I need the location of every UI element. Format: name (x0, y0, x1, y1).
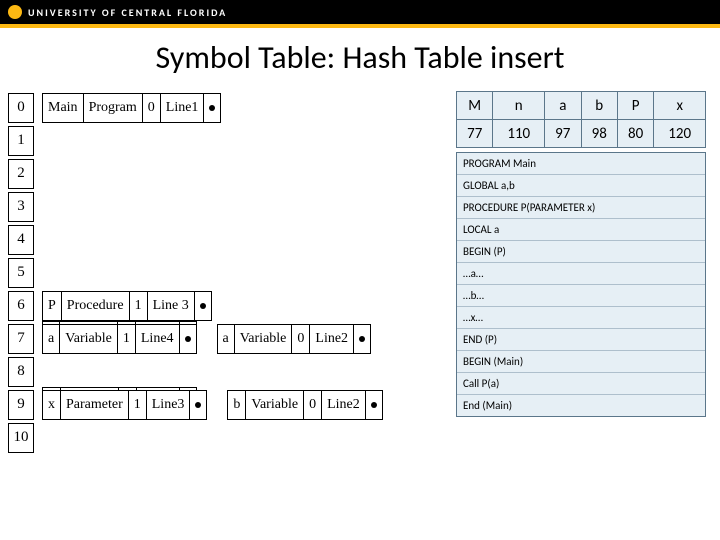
pointer-cell (354, 325, 370, 353)
node-field: x (43, 391, 61, 419)
hash-value: 77 (457, 120, 493, 148)
node-field: Line1 (161, 94, 205, 122)
page-title: Symbol Table: Hash Table insert (0, 38, 720, 77)
dot-icon (195, 402, 201, 408)
hash-header: x (654, 92, 706, 120)
hash-row-10: 10 (8, 421, 720, 454)
pointer-cell (366, 391, 382, 419)
hash-value: 120 (654, 120, 706, 148)
dot-icon (359, 336, 365, 342)
node-x-front: x Parameter 1 Line3 (42, 390, 207, 420)
university-name: UNIVERSITY OF CENTRAL FLORIDA (28, 6, 227, 19)
node-p: P Procedure 1 Line 3 (42, 291, 212, 321)
code-line: PROGRAM Main (457, 153, 705, 175)
pointer-cell (190, 391, 206, 419)
node-field: Procedure (62, 292, 130, 320)
table-row: 77 110 97 98 80 120 (457, 120, 706, 148)
hash-header: P (617, 92, 653, 120)
code-line: BEGIN (Main) (457, 351, 705, 373)
header-bar: UNIVERSITY OF CENTRAL FLORIDA (0, 0, 720, 24)
node-field: 0 (292, 325, 310, 353)
code-line: End (Main) (457, 395, 705, 416)
dot-icon (371, 402, 377, 408)
index-cell: 0 (8, 93, 34, 123)
code-line: END (P) (457, 329, 705, 351)
dot-icon (185, 336, 191, 342)
node-field: Line4 (136, 325, 180, 353)
node-field: 1 (118, 325, 136, 353)
hash-value: 98 (581, 120, 617, 148)
dot-icon (200, 303, 206, 309)
right-column: M n a b P x 77 110 97 98 80 120 PROGRAM … (456, 91, 706, 417)
hash-value: 97 (545, 120, 581, 148)
index-cell: 10 (8, 423, 34, 453)
node-field: Variable (60, 325, 118, 353)
index-cell: 3 (8, 192, 34, 222)
pointer-cell (204, 94, 220, 122)
dot-icon (209, 105, 215, 111)
node-field: a (43, 325, 60, 353)
node-field: Program (84, 94, 143, 122)
node-field: b (228, 391, 246, 419)
index-cell: 7 (8, 324, 34, 354)
hash-header: b (581, 92, 617, 120)
node-a-front: a Variable 1 Line4 (42, 324, 197, 354)
index-cell: 9 (8, 390, 34, 420)
code-line: LOCAL a (457, 219, 705, 241)
code-listing: PROGRAM Main GLOBAL a,b PROCEDURE P(PARA… (456, 152, 706, 417)
hash-header: M (457, 92, 493, 120)
node-field: a (218, 325, 235, 353)
index-cell: 5 (8, 258, 34, 288)
node-field: P (43, 292, 62, 320)
code-line: GLOBAL a,b (457, 175, 705, 197)
code-line: BEGIN (P) (457, 241, 705, 263)
hash-value: 110 (493, 120, 545, 148)
hash-value: 80 (617, 120, 653, 148)
node-field: 1 (129, 391, 147, 419)
pointer-cell (180, 325, 196, 353)
node-field: Variable (246, 391, 304, 419)
hash-header: a (545, 92, 581, 120)
node-field: 0 (143, 94, 161, 122)
pointer-cell (195, 292, 211, 320)
code-line: …x… (457, 307, 705, 329)
hash-value-table: M n a b P x 77 110 97 98 80 120 (456, 91, 706, 148)
node-field: Main (43, 94, 84, 122)
node-field: 1 (130, 292, 148, 320)
hash-header: n (493, 92, 545, 120)
ucf-logo-icon (8, 5, 22, 19)
index-cell: 1 (8, 126, 34, 156)
accent-bar (0, 24, 720, 28)
index-cell: 8 (8, 357, 34, 387)
node-field: Line 3 (148, 292, 195, 320)
node-field: Line3 (147, 391, 191, 419)
table-row: M n a b P x (457, 92, 706, 120)
index-cell: 4 (8, 225, 34, 255)
node-field: Line2 (310, 325, 354, 353)
node-field: Line2 (322, 391, 366, 419)
node-a2: a Variable 0 Line2 (217, 324, 372, 354)
code-line: …a… (457, 263, 705, 285)
main-content: 0 Main Program 0 Line1 1 2 3 4 5 6 P Pro… (0, 91, 720, 454)
node-main: Main Program 0 Line1 (42, 93, 221, 123)
code-line: …b… (457, 285, 705, 307)
node-field: Variable (235, 325, 293, 353)
index-cell: 2 (8, 159, 34, 189)
node-field: 0 (304, 391, 322, 419)
node-field: Parameter (61, 391, 129, 419)
node-b2: b Variable 0 Line2 (227, 390, 382, 420)
code-line: Call P(a) (457, 373, 705, 395)
code-line: PROCEDURE P(PARAMETER x) (457, 197, 705, 219)
index-cell: 6 (8, 291, 34, 321)
